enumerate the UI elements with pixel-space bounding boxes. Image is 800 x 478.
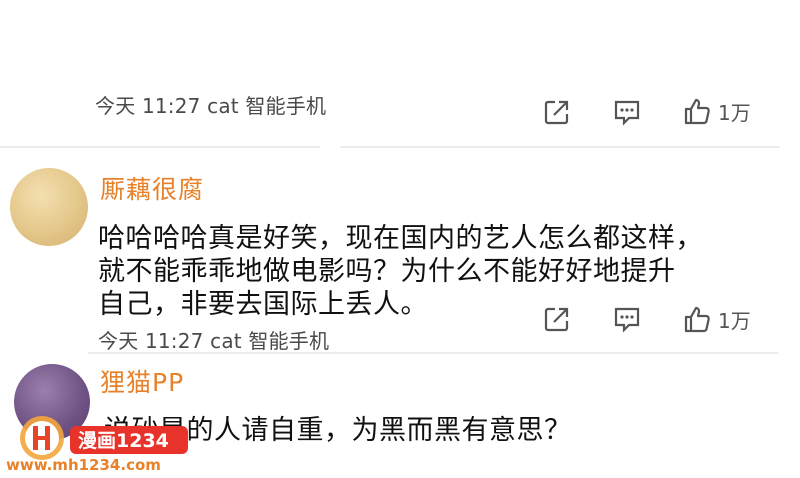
watermark-brand: 漫画1234 — [78, 430, 169, 452]
comment-meta: 今天 11:27 cat 智能手机 — [98, 329, 330, 353]
watermark-url: www.mh1234.com — [6, 456, 161, 474]
username[interactable]: 狸猫PP — [100, 363, 184, 399]
avatar[interactable] — [10, 168, 88, 246]
comment-line: 哈哈哈哈真是好笑，现在国内的艺人怎么都这样， — [98, 223, 703, 254]
watermark: 漫画1234 www.mh1234.com — [0, 412, 210, 474]
thumbs-up-icon — [684, 98, 710, 125]
comment-line: 就不能乖乖地做电影吗？为什么不能好好地提升 — [98, 256, 676, 287]
comment-icon — [614, 100, 640, 126]
divider — [0, 146, 320, 148]
username[interactable]: 厮藕很腐 — [100, 170, 204, 206]
reply-button[interactable] — [610, 95, 644, 129]
share-button[interactable] — [540, 302, 574, 336]
share-icon — [544, 307, 569, 332]
divider — [88, 352, 778, 354]
share-icon — [544, 100, 569, 125]
comment-meta: 今天 11:27 cat 智能手机 — [95, 94, 327, 118]
like-button[interactable]: 1万 — [682, 94, 751, 128]
like-count: 1万 — [718, 308, 751, 333]
divider — [340, 146, 780, 148]
reply-button[interactable] — [610, 302, 644, 336]
like-button[interactable]: 1万 — [682, 302, 751, 336]
thumbs-up-icon — [684, 306, 710, 333]
share-button[interactable] — [540, 95, 574, 129]
comment-icon — [614, 307, 640, 333]
like-count: 1万 — [718, 100, 751, 125]
